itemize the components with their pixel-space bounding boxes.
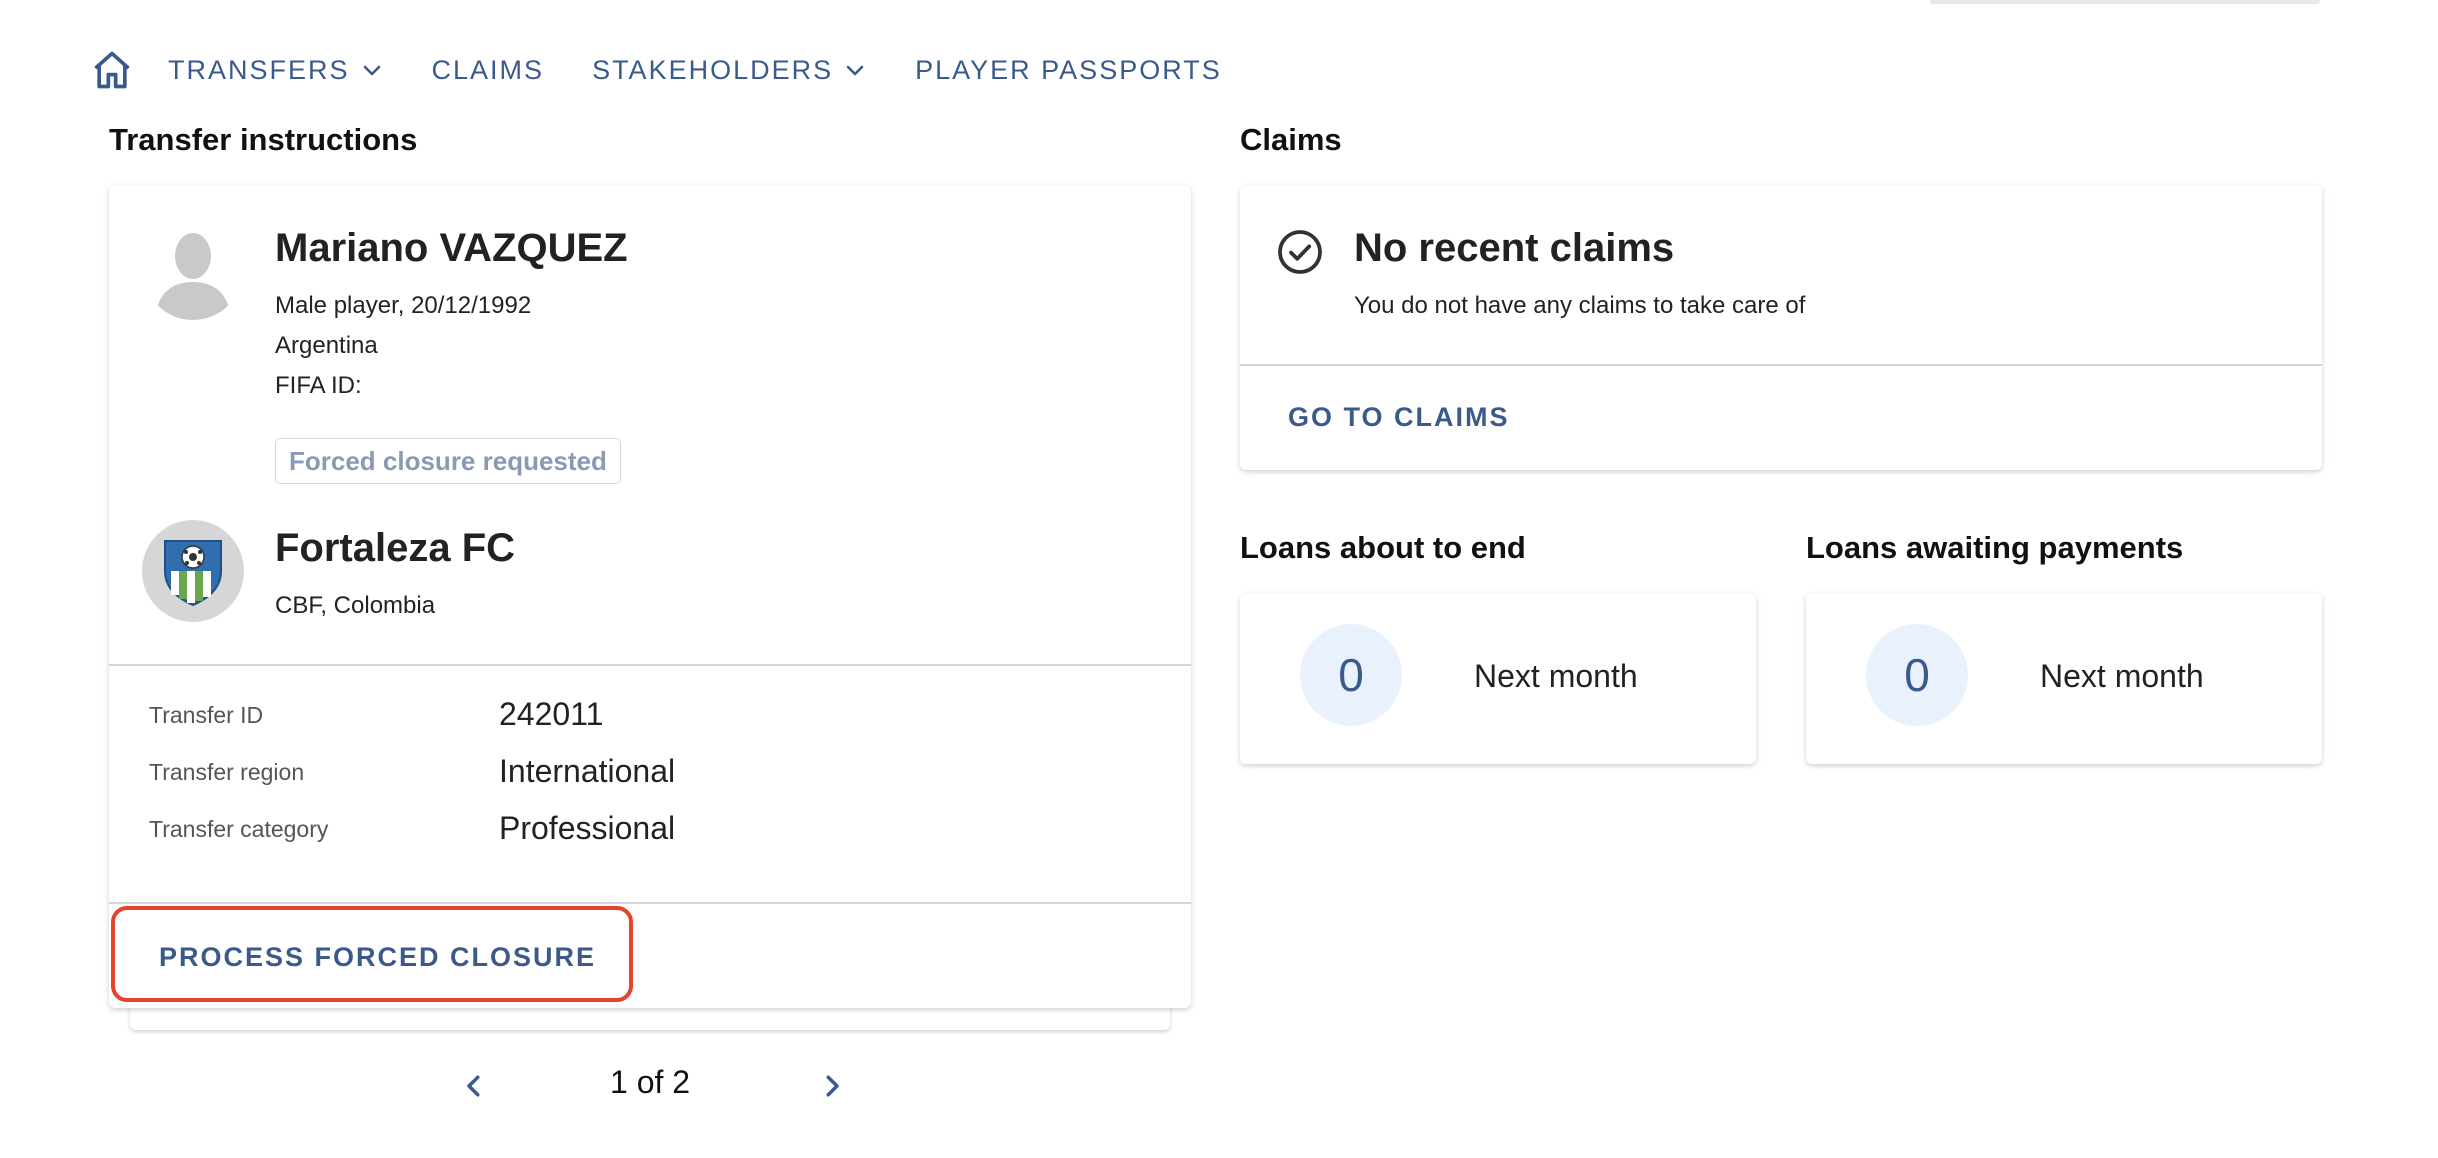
no-claims-subtitle: You do not have any claims to take care … bbox=[1354, 292, 1806, 319]
status-badge: Forced closure requested bbox=[275, 438, 621, 484]
nav-player-passports-label: PLAYER PASSPORTS bbox=[915, 54, 1222, 85]
chevron-left-icon bbox=[467, 1075, 480, 1097]
player-nationality: Argentina bbox=[275, 332, 378, 359]
go-to-claims-button[interactable]: GO TO CLAIMS bbox=[1288, 402, 1510, 433]
club-crest bbox=[142, 520, 244, 622]
top-edge-element bbox=[1930, 0, 2320, 4]
pagination-indicator: 1 of 2 bbox=[610, 1064, 691, 1100]
loans-ending-title: Loans about to end bbox=[1240, 530, 1526, 565]
nav-stakeholders-label: STAKEHOLDERS bbox=[592, 54, 834, 85]
transfer-id-label: Transfer ID bbox=[149, 702, 264, 728]
claims-section-title: Claims bbox=[1240, 122, 1342, 157]
nav-item-transfers[interactable]: TRANSFERS bbox=[168, 55, 384, 86]
card-divider bbox=[109, 664, 1191, 666]
chevron-right-icon bbox=[826, 1075, 839, 1097]
transfer-id-value: 242011 bbox=[499, 696, 604, 732]
player-gender-dob: Male player, 20/12/1992 bbox=[275, 292, 532, 319]
loans-payments-count: 0 bbox=[1866, 624, 1968, 726]
no-claims-title: No recent claims bbox=[1354, 226, 1675, 270]
process-forced-closure-button[interactable]: PROCESS FORCED CLOSURE bbox=[159, 942, 596, 973]
transfer-card: Mariano VAZQUEZ Male player, 20/12/1992 … bbox=[109, 186, 1191, 1008]
nav-claims-label: CLAIMS bbox=[431, 54, 545, 85]
club-crest-icon bbox=[164, 540, 222, 607]
home-icon bbox=[94, 51, 130, 89]
nav-item-player-passports[interactable]: PLAYER PASSPORTS bbox=[915, 55, 1222, 86]
club-name: Fortaleza FC bbox=[275, 526, 516, 570]
transfer-category-value: Professional bbox=[499, 810, 676, 846]
claims-card: No recent claims You do not have any cla… bbox=[1240, 186, 2322, 470]
nav-transfers-label: TRANSFERS bbox=[168, 54, 350, 85]
transfer-category-label: Transfer category bbox=[149, 816, 329, 842]
chevron-down-icon bbox=[846, 65, 864, 76]
loans-ending-count: 0 bbox=[1300, 624, 1402, 726]
loans-payments-card[interactable]: 0 Next month bbox=[1806, 594, 2322, 764]
card-divider bbox=[109, 902, 1191, 904]
next-page-button[interactable] bbox=[812, 1066, 852, 1106]
loans-ending-period: Next month bbox=[1474, 658, 1638, 694]
transfer-instructions-title: Transfer instructions bbox=[109, 122, 418, 157]
previous-page-button[interactable] bbox=[454, 1066, 494, 1106]
player-name: Mariano VAZQUEZ bbox=[275, 226, 628, 270]
loans-payments-period: Next month bbox=[2040, 658, 2204, 694]
card-divider bbox=[1240, 364, 2322, 366]
home-button[interactable] bbox=[88, 46, 136, 94]
loans-ending-card[interactable]: 0 Next month bbox=[1240, 594, 1756, 764]
check-circle-icon bbox=[1278, 230, 1322, 274]
loans-payments-title: Loans awaiting payments bbox=[1806, 530, 2184, 565]
nav-item-stakeholders[interactable]: STAKEHOLDERS bbox=[592, 55, 867, 86]
club-association: CBF, Colombia bbox=[275, 592, 436, 619]
person-avatar-icon bbox=[155, 233, 231, 320]
nav-item-claims[interactable]: CLAIMS bbox=[432, 55, 545, 86]
transfer-region-value: International bbox=[499, 753, 676, 789]
main-navigation: TRANSFERS CLAIMS STAKEHOLDERS PLAYER PAS… bbox=[88, 46, 1270, 94]
player-fifa-id: FIFA ID: bbox=[275, 372, 362, 399]
chevron-down-icon bbox=[363, 65, 380, 76]
avatar bbox=[143, 220, 243, 320]
transfer-region-label: Transfer region bbox=[149, 759, 305, 785]
